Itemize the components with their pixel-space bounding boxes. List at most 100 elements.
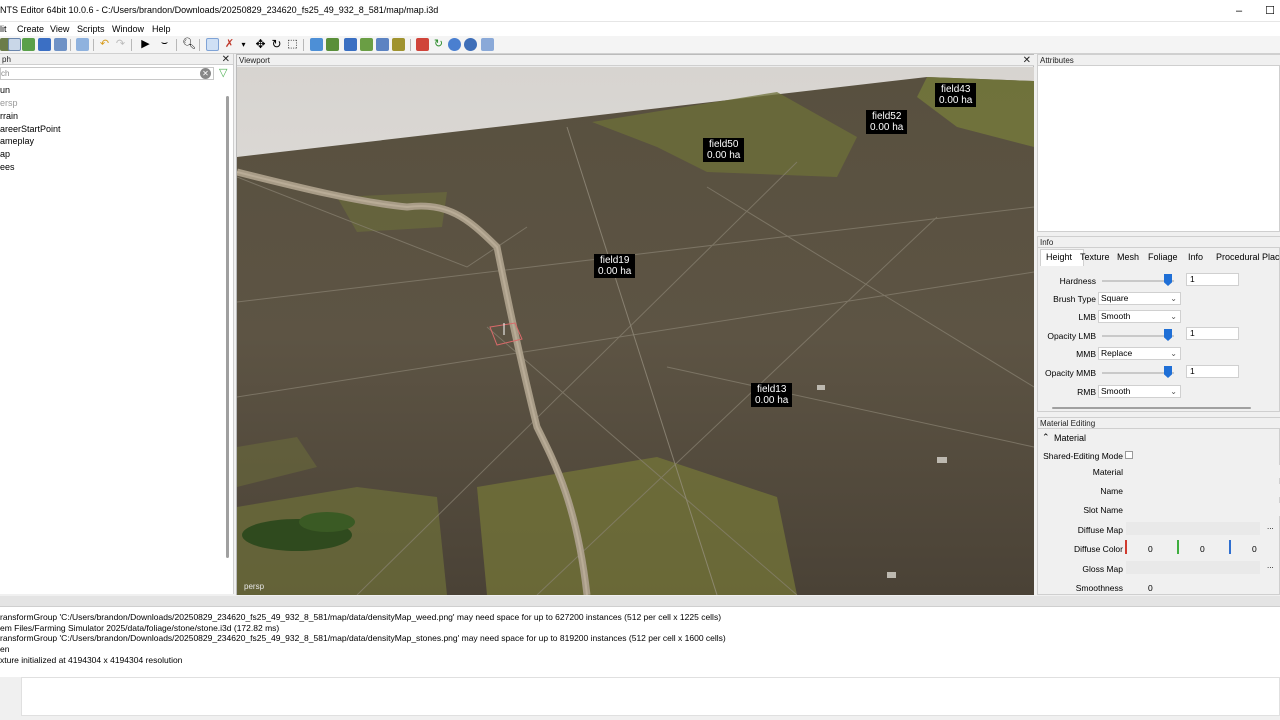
menu-view[interactable]: View [50, 24, 69, 34]
foliage-icon[interactable] [360, 38, 373, 51]
console-line: em Files/Farming Simulator 2025/data/fol… [0, 623, 280, 633]
brush-type-label: Brush Type [1053, 294, 1096, 304]
field-label: field50 0.00 ha [703, 138, 745, 162]
tab-foliage[interactable]: Foliage [1148, 252, 1178, 262]
viewport-header: Viewport ✕ [237, 55, 1034, 66]
material-field[interactable] [1126, 465, 1280, 478]
opacity-lmb-input[interactable]: 1 [1186, 327, 1239, 340]
terrain-paint-icon[interactable] [326, 38, 339, 51]
minimize-button[interactable]: – [1224, 2, 1254, 20]
hardness-slider-handle[interactable] [1164, 274, 1172, 286]
opacity-mmb-input[interactable]: 1 [1186, 365, 1239, 378]
tab-height[interactable]: Height [1046, 252, 1072, 262]
attributes-panel: Attributes [1037, 54, 1280, 232]
opacity-mmb-slider[interactable] [1102, 372, 1174, 374]
rmb-label: RMB [1077, 387, 1096, 397]
name-field[interactable] [1126, 484, 1280, 497]
opacity-lmb-slider-handle[interactable] [1164, 329, 1172, 341]
diffuse-map-browse-button[interactable]: ... [1267, 522, 1274, 531]
splitter[interactable] [0, 596, 1280, 606]
gear-icon[interactable] [448, 38, 461, 51]
opacity-lmb-slider[interactable] [1102, 335, 1174, 337]
reload-icon[interactable] [22, 38, 35, 51]
decal-icon[interactable] [376, 38, 389, 51]
snap-icon[interactable]: ✗ [223, 38, 236, 51]
hardness-slider[interactable] [1102, 280, 1174, 282]
play-icon[interactable]: ▶ [139, 38, 152, 51]
menu-create[interactable]: Create [17, 24, 44, 34]
tab-procedural-placer[interactable]: Procedural Placer [1216, 252, 1280, 262]
close-icon[interactable]: ✕ [222, 54, 230, 65]
mmb-label: MMB [1076, 349, 1096, 359]
close-icon[interactable]: ✕ [1023, 55, 1031, 66]
gloss-map-field[interactable] [1126, 561, 1260, 574]
gloss-map-browse-button[interactable]: ... [1267, 561, 1274, 570]
search-icon[interactable]: 🔍︎ [182, 38, 196, 51]
menu-scripts[interactable]: Scripts [77, 24, 105, 34]
scale-icon[interactable]: ⬚ [286, 38, 299, 51]
filter-icon[interactable]: ▽ [219, 68, 227, 79]
menu-edit[interactable]: lit [0, 24, 7, 34]
save-icon[interactable] [38, 38, 51, 51]
mmb-select[interactable]: Replace ⌄ [1098, 347, 1181, 360]
diffuse-r-input[interactable]: 0 [1148, 544, 1153, 554]
shared-editing-mode-checkbox[interactable] [1125, 451, 1133, 459]
maximize-button[interactable]: ☐ [1255, 2, 1280, 20]
tree-item-trees[interactable]: ees [0, 162, 15, 172]
move-icon[interactable]: ✥ [254, 38, 267, 51]
viewport-title: Viewport [239, 56, 270, 65]
redo-icon[interactable]: ↷ [114, 38, 127, 51]
diffuse-g-input[interactable]: 0 [1200, 544, 1205, 554]
diffuse-map-field[interactable] [1126, 522, 1260, 535]
chevron-down-icon[interactable]: ▾ [237, 38, 250, 51]
tab-texture[interactable]: Texture [1080, 252, 1110, 262]
scenegraph-header: ph ✕ [0, 54, 233, 65]
scrollbar[interactable] [226, 96, 229, 558]
brush-type-value: Square [1101, 293, 1129, 303]
clear-search-icon[interactable]: ✕ [200, 68, 211, 79]
select-icon[interactable] [206, 38, 219, 51]
camera-icon[interactable] [481, 38, 494, 51]
rmb-select[interactable]: Smooth ⌄ [1098, 385, 1181, 398]
opacity-mmb-slider-handle[interactable] [1164, 366, 1172, 378]
search-input[interactable]: ch ✕ [0, 67, 214, 80]
settings-icon[interactable] [464, 38, 477, 51]
command-input[interactable] [21, 677, 1280, 716]
tab-mesh[interactable]: Mesh [1117, 252, 1139, 262]
save-as-icon[interactable] [54, 38, 67, 51]
menu-help[interactable]: Help [152, 24, 171, 34]
horizontal-scrollbar[interactable] [1052, 407, 1251, 409]
slot-name-field[interactable] [1126, 503, 1280, 516]
open-icon[interactable] [8, 38, 21, 51]
refresh-icon[interactable]: ↻ [432, 38, 445, 51]
field-area: 0.00 ha [707, 150, 741, 161]
diffuse-b-input[interactable]: 0 [1252, 544, 1257, 554]
terrain-curve-icon[interactable]: ⌣ [158, 38, 171, 51]
scenegraph-title: ph [2, 55, 11, 64]
field-area: 0.00 ha [939, 95, 973, 106]
tree-item-persp[interactable]: ersp [0, 98, 18, 108]
3d-viewport[interactable]: field43 0.00 ha field52 0.00 ha field50 … [237, 67, 1034, 595]
window-title: NTS Editor 64bit 10.0.6 - C:/Users/brand… [0, 5, 439, 15]
tree-item-terrain[interactable]: rrain [0, 111, 18, 121]
smoothness-input[interactable]: 0 [1148, 583, 1153, 593]
tree-item-gameplay[interactable]: ameplay [0, 136, 34, 146]
foliage-paint-icon[interactable] [344, 38, 357, 51]
import-icon[interactable] [76, 38, 89, 51]
undo-icon[interactable]: ↶ [98, 38, 111, 51]
terrain-sculpt-icon[interactable] [310, 38, 323, 51]
menu-window[interactable]: Window [112, 24, 144, 34]
tab-info[interactable]: Info [1188, 252, 1203, 262]
field-area: 0.00 ha [755, 395, 789, 406]
tree-item-career-start-point[interactable]: areerStartPoint [0, 124, 61, 134]
tree-item-map[interactable]: ap [0, 149, 10, 159]
placement-icon[interactable] [392, 38, 405, 51]
record-icon[interactable] [416, 38, 429, 51]
tree-item-sun[interactable]: un [0, 85, 10, 95]
brush-type-select[interactable]: Square ⌄ [1098, 292, 1181, 305]
rotate-icon[interactable]: ↻ [270, 38, 283, 51]
chevron-up-icon[interactable]: ⌃ [1042, 432, 1050, 443]
hardness-input[interactable]: 1 [1186, 273, 1239, 286]
lmb-select[interactable]: Smooth ⌄ [1098, 310, 1181, 323]
viewport-panel: Viewport ✕ field43 0.00 ha field52 0.00 … [236, 54, 1034, 595]
